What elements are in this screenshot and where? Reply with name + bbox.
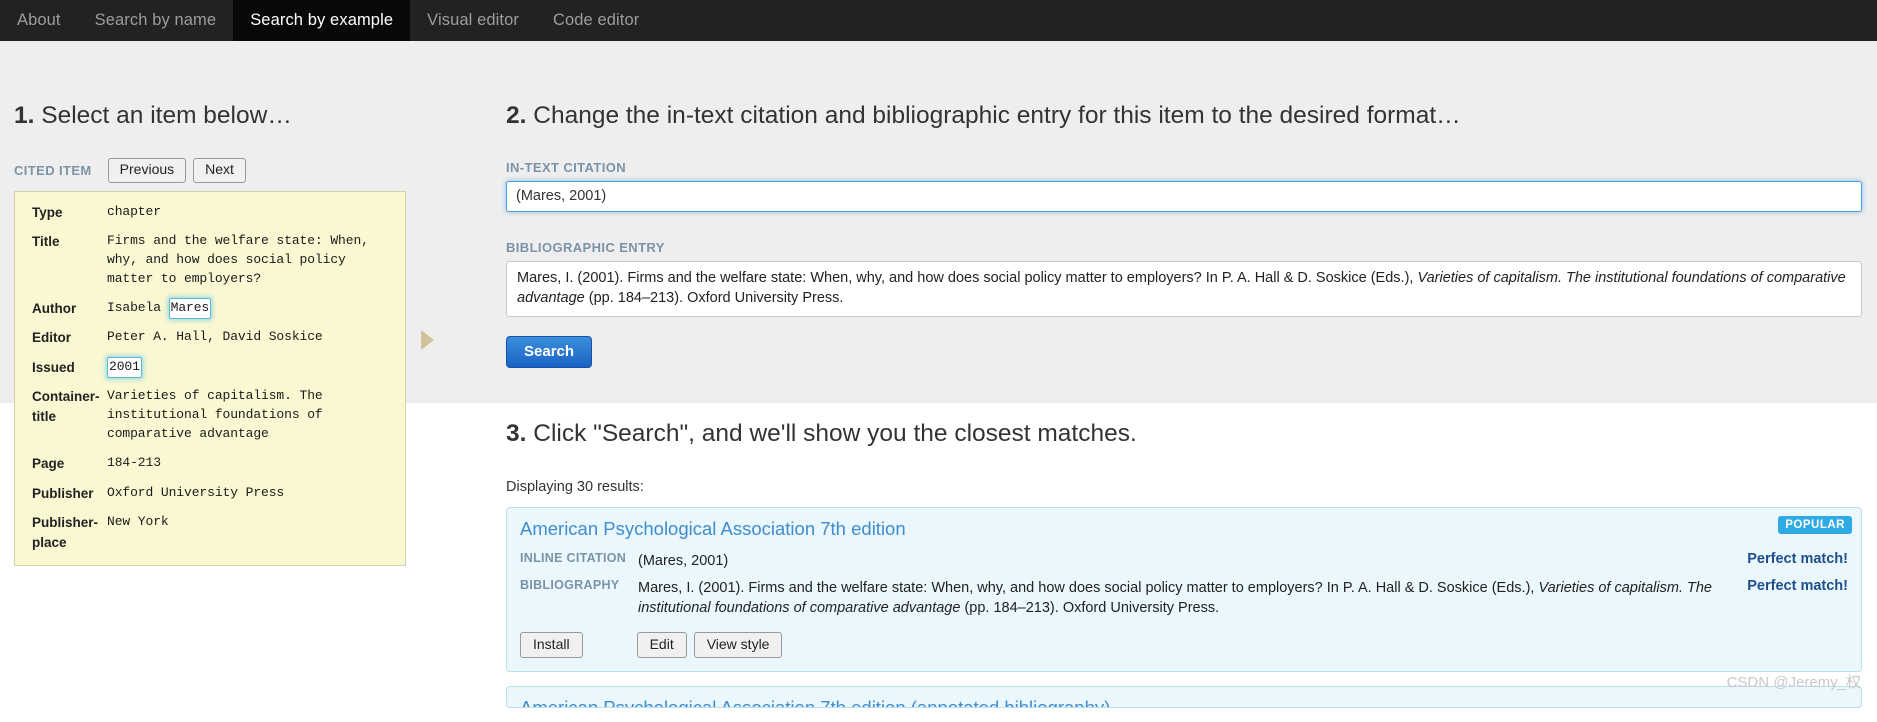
bibliographic-entry-label: BIBLIOGRAPHIC ENTRY — [506, 239, 665, 255]
cited-field-key: Page — [32, 455, 65, 471]
bibliographic-entry-input[interactable]: Mares, I. (2001). Firms and the welfare … — [506, 260, 1862, 317]
install-button[interactable]: Install — [520, 631, 583, 659]
cited-field-value[interactable]: Peter A. Hall, David Soskice — [107, 323, 405, 353]
table-row: Issued 2001 — [15, 353, 405, 383]
biblio-text-part2: (pp. 184–213). Oxford University Press. — [584, 290, 844, 307]
step1-column: 1. Select an item below… CITED ITEM Prev… — [14, 41, 490, 567]
cited-field-key: Publisher — [32, 485, 94, 501]
result-biblio-part2: (pp. 184–213). Oxford University Press. — [960, 600, 1220, 617]
cited-field-value[interactable]: New York — [107, 508, 405, 557]
biblio-text-part1: Mares, I. (2001). Firms and the welfare … — [517, 269, 1418, 286]
result-style-title-link[interactable]: American Psychological Association 7th e… — [520, 518, 1848, 540]
cited-field-value[interactable]: chapter — [107, 198, 405, 228]
step2-heading: 2. Change the in-text citation and bibli… — [506, 101, 1877, 132]
edit-button[interactable]: Edit — [636, 631, 687, 659]
cited-field-value[interactable]: Varieties of capitalism. The institution… — [107, 382, 405, 449]
result-biblio-part1: Mares, I. (2001). Firms and the welfare … — [638, 579, 1539, 596]
table-row: Publisher Oxford University Press — [15, 479, 405, 509]
status-badge-popular: POPULAR — [1778, 515, 1852, 534]
step1-heading-text: Select an item below… — [41, 102, 292, 129]
table-row: Page 184-213 — [15, 449, 405, 479]
nav-item-code-editor[interactable]: Code editor — [536, 0, 656, 41]
cited-item-panel: Type chapter Title Firms and the welfare… — [14, 190, 434, 567]
table-row: Container-title Varieties of capitalism.… — [15, 382, 405, 449]
nav-label: About — [17, 11, 61, 29]
table-row: Type chapter — [15, 198, 405, 228]
result-card-next: American Psychological Association 7th e… — [506, 686, 1862, 709]
step1-heading: 1. Select an item below… — [14, 101, 490, 132]
pointer-arrow-icon — [421, 329, 434, 350]
step2-number: 2. — [506, 102, 527, 129]
nav-item-search-by-example[interactable]: Search by example — [233, 0, 411, 41]
nav-item-visual-editor[interactable]: Visual editor — [410, 0, 536, 41]
search-button[interactable]: Search — [506, 335, 593, 368]
cited-field-value-issued[interactable]: 2001 — [107, 353, 405, 383]
cited-field-key: Author — [32, 300, 77, 316]
cited-field-key: Type — [32, 204, 63, 220]
watermark-text: CSDN @Jeremy_权 — [1726, 674, 1861, 691]
cited-field-key: Container-title — [32, 389, 100, 424]
nav-item-search-by-name[interactable]: Search by name — [78, 0, 234, 41]
view-style-button[interactable]: View style — [693, 631, 783, 659]
author-given-name: Isabela — [107, 299, 169, 315]
cited-item-toolbar: CITED ITEM Previous Next — [14, 158, 490, 183]
nav-item-about[interactable]: About — [0, 0, 78, 41]
next-button[interactable]: Next — [193, 158, 246, 183]
cited-field-value[interactable]: Oxford University Press — [107, 479, 405, 509]
table-row: Editor Peter A. Hall, David Soskice — [15, 323, 405, 353]
cited-field-value[interactable]: Firms and the welfare state: When, why, … — [107, 227, 405, 294]
cited-item-label: CITED ITEM — [14, 163, 92, 179]
page-body: 1. Select an item below… CITED ITEM Prev… — [0, 41, 1877, 722]
previous-button[interactable]: Previous — [107, 158, 187, 183]
issued-year-highlighted[interactable]: 2001 — [107, 356, 142, 378]
cited-field-value-author[interactable]: Isabela Mares — [107, 294, 405, 324]
results-count-text: Displaying 30 results: — [506, 478, 644, 495]
table-row: Publisher-place New York — [15, 508, 405, 557]
step1-number: 1. — [14, 102, 35, 129]
result-details-table: INLINE CITATION (Mares, 2001) Perfect ma… — [520, 548, 1848, 623]
step3-heading: 3. Click "Search", and we'll show you th… — [506, 419, 1877, 450]
bibliography-label: BIBLIOGRAPHY — [520, 577, 620, 592]
result-actions: Install Edit View style — [520, 631, 1848, 659]
step2-column: 2. Change the in-text citation and bibli… — [506, 41, 1877, 368]
table-row: Title Firms and the welfare state: When,… — [15, 227, 405, 294]
in-text-citation-input[interactable] — [506, 180, 1862, 212]
step3-heading-text: Click "Search", and we'll show you the c… — [533, 420, 1137, 447]
cited-field-key: Publisher-place — [32, 515, 99, 550]
step3-column: 3. Click "Search", and we'll show you th… — [506, 419, 1877, 709]
step3-number: 3. — [506, 420, 527, 447]
result-style-title-link[interactable]: American Psychological Association 7th e… — [520, 697, 1848, 707]
inline-citation-label: INLINE CITATION — [520, 550, 627, 565]
table-row: INLINE CITATION (Mares, 2001) Perfect ma… — [520, 548, 1848, 575]
inline-citation-value: (Mares, 2001) — [638, 552, 729, 569]
step2-heading-text: Change the in-text citation and bibliogr… — [533, 102, 1461, 129]
table-row: BIBLIOGRAPHY Mares, I. (2001). Firms and… — [520, 575, 1848, 623]
bibliography-value: Mares, I. (2001). Firms and the welfare … — [638, 575, 1728, 623]
nav-label: Code editor — [552, 11, 640, 29]
cited-field-key: Editor — [32, 330, 71, 346]
cited-field-value[interactable]: 184-213 — [107, 449, 405, 479]
author-family-name-highlighted[interactable]: Mares — [168, 297, 212, 319]
cited-field-key: Title — [32, 234, 60, 250]
nav-label: Search by name — [94, 11, 217, 29]
table-row: Author Isabela Mares — [15, 294, 405, 324]
cited-item-table: Type chapter Title Firms and the welfare… — [15, 198, 405, 558]
bibliography-match-status: Perfect match! — [1747, 577, 1848, 594]
main-navbar: About Search by name Search by example V… — [0, 0, 1877, 41]
inline-citation-match-status: Perfect match! — [1747, 550, 1848, 567]
result-card: POPULAR American Psychological Associati… — [506, 506, 1862, 673]
cited-field-key: Issued — [32, 359, 75, 375]
nav-label: Visual editor — [427, 11, 519, 29]
nav-label: Search by example — [250, 11, 394, 29]
in-text-citation-label: IN-TEXT CITATION — [506, 159, 627, 175]
